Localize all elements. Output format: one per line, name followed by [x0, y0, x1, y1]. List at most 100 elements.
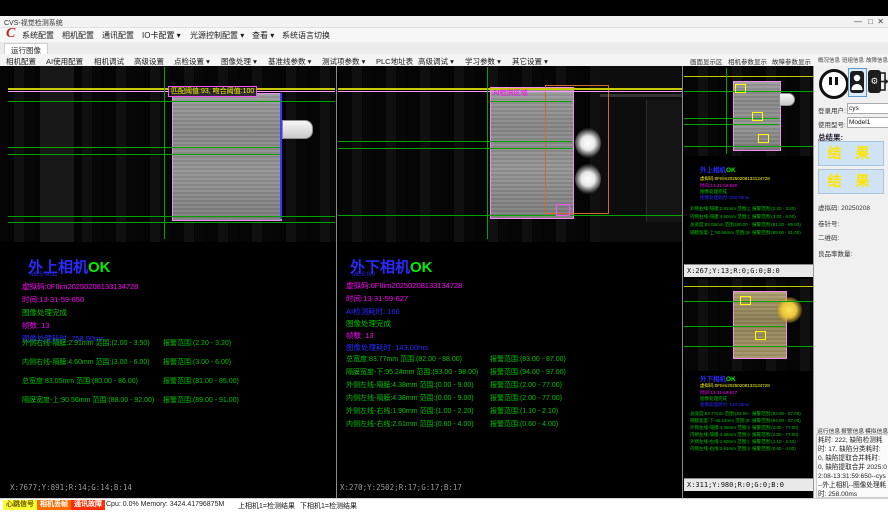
measure-text: 内侧左线-右线:2.61mm 范围:(0.60 - 4.00): [346, 419, 474, 429]
result-box-bottom: 结 果: [818, 169, 884, 194]
mini-top-barcode: 虚拟码:0FIIim20250208133134728: [700, 176, 770, 182]
tab-fault-info[interactable]: 故障信息: [866, 56, 888, 64]
center-time-line: 时间:13-31-59-627: [346, 293, 408, 304]
mini-measure: 总宽度:83.77mm 范围:(82.00 - 88.00): [690, 411, 750, 417]
minimize-button[interactable]: —: [854, 17, 862, 26]
frame-loss-badge: 相机丢帧: [37, 500, 71, 510]
app-window: CVS-视觉检测系统 — □ ✕ C 系统配置 相机配置 通讯配置 IO卡配置 …: [0, 0, 888, 522]
alarm-text: 报警范围:(81.00 - 85.00): [163, 376, 239, 386]
yield-count-label: 良品率数量:: [818, 248, 852, 258]
menu-system-config[interactable]: 系统配置: [22, 30, 54, 41]
menu-comm-config[interactable]: 通讯配置: [102, 30, 134, 41]
login-user-input[interactable]: [847, 103, 888, 114]
center-green-vline: [487, 67, 488, 239]
mini-bottom-coords: X:311;Y:980;R:0;G:0;B:0: [687, 481, 784, 489]
alarm-text: 报警范围:(2.00 - 77.00): [490, 393, 562, 403]
center-measure-row: 外侧左线-右线:1.90mm 范围:(1.00 - 2.20) 报警范围:(1.…: [338, 406, 682, 418]
maximize-button[interactable]: □: [868, 17, 873, 26]
left-green-line-1: [8, 101, 335, 102]
menu-light-config[interactable]: 光源控制配置 ▾: [190, 30, 244, 41]
left-camera-panel: 匹配阈值:93, 吻合阈值:100 外上相机OK MES:0011 虚拟码:0F…: [0, 66, 336, 498]
heartbeat-badge: 心跳信号: [3, 500, 37, 510]
mini-top-title: 外上相机OK: [700, 164, 736, 174]
center-measure-row: 内侧左线-隔膜:4.38mm 范围:(0.00 - 9.00) 报警范围:(2.…: [338, 393, 682, 405]
comm-fault-badge: 通讯故障: [71, 500, 105, 510]
center-mes-line: MES:0/0: [352, 272, 375, 278]
exit-button[interactable]: [877, 70, 888, 93]
run-log-text[interactable]: 耗时: 222, 缺陷检测耗时: 17, 缺陷分类耗时: 0, 缺陷提取合并耗时…: [816, 434, 888, 498]
center-ok-status: OK: [410, 259, 433, 276]
left-measure-row: 隔膜宽度-上:90.56mm 范围:(88.00 - 92.00) 报警范围:(…: [0, 395, 336, 407]
mini-top-coords: X:267;Y:13;R:0;G:0;B:0: [687, 267, 780, 275]
left-green-vline: [164, 67, 165, 239]
center-green-line-3: [338, 148, 572, 149]
center-measure-row: 内侧左线-右线:2.61mm 范围:(0.60 - 4.00) 报警范围:(0.…: [338, 419, 682, 431]
mini-bottom-camera-name: 外下相机: [700, 376, 726, 383]
close-button[interactable]: ✕: [877, 17, 884, 26]
measure-text: 总宽度:83.05mm 范围:(80.00 - 86.00): [22, 376, 138, 386]
mini-top-marker-2: [752, 112, 763, 121]
center-green-line-1: [490, 101, 572, 102]
mini-alarm: 报警范围:(3.00 - 6.00): [752, 214, 796, 220]
left-green-line-5: [8, 222, 335, 223]
mini-measure: 隔膜宽度-上:90.56mm 范围:(88.00 - 92.00): [690, 230, 750, 236]
menu-bar: C 系统配置 相机配置 通讯配置 IO卡配置 ▾ 光源控制配置 ▾ 查看 ▾ 系…: [0, 28, 888, 42]
center-measure-row: 外侧左线-隔膜:4.38mm 范围:(0.00 - 9.00) 报警范围:(2.…: [338, 380, 682, 392]
user-button[interactable]: [848, 68, 867, 97]
center-ai-detect-box: [545, 85, 609, 214]
menu-view[interactable]: 查看 ▾: [252, 30, 274, 41]
model-input[interactable]: [847, 117, 888, 128]
measure-text: 隔膜宽度-下:95.24mm 范围:(93.00 - 98.00): [346, 367, 478, 377]
left-time-line: 时间:13-31-59-650: [22, 294, 84, 305]
center-barcode-line: 虚拟码:0FIIim20250208133134728: [346, 280, 462, 291]
left-connector-tab: [282, 120, 313, 139]
mini-top-marker-3: [758, 134, 769, 143]
mini-bottom-marker-1: [740, 296, 751, 305]
mini-alarm: 报警范围:(2.00 - 77.00): [752, 432, 798, 438]
tab-fault-params[interactable]: 故障参数显示: [772, 56, 811, 66]
alarm-text: 报警范围:(2.00 - 77.00): [490, 380, 562, 390]
mini-measure: 隔膜宽度-下:95.24mm 范围:(93.00 - 98.00): [690, 418, 750, 424]
main-content: 匹配阈值:93, 吻合阈值:100 外上相机OK MES:0011 虚拟码:0F…: [0, 66, 888, 498]
measure-text: 内侧右线-隔膜:4.60mm 范围:(3.00 - 6.00): [22, 357, 150, 367]
center-measure-row: 总宽度:83.77mm 范围:(82.00 - 88.00) 报警范围:(83.…: [338, 354, 682, 366]
measure-text: 隔膜宽度-上:90.56mm 范围:(88.00 - 92.00): [22, 395, 154, 405]
menu-camera-config[interactable]: 相机配置: [62, 30, 94, 41]
left-ok-status: OK: [88, 259, 111, 276]
tab-display-area[interactable]: 画面显示区: [690, 56, 723, 66]
left-mes-line: MES:0011: [30, 272, 58, 278]
mini-top-panel: 外上相机OK 虚拟码:0FIIim20250208133134728 时间:13…: [684, 66, 813, 277]
left-measure-row: 总宽度:83.05mm 范围:(80.00 - 86.00) 报警范围:(81.…: [0, 376, 336, 388]
menu-io-config[interactable]: IO卡配置 ▾: [142, 30, 181, 41]
menu-language-switch[interactable]: 系统语言切换: [282, 30, 330, 41]
mini-measure: 内侧左线-右线:2.61mm 范围:(0.60 - 4.00): [690, 446, 750, 452]
right-control-panel: ⚙ 登录用户: 使用型号: 总结果: 结 果 结 果 虚拟码: 20250208…: [813, 66, 888, 498]
mini-top-green-line-1: [684, 91, 813, 92]
left-green-line-3: [8, 154, 280, 155]
mini-bottom-ok: OK: [726, 376, 736, 383]
center-frames-line: 帧数: 13: [346, 330, 374, 341]
pause-button[interactable]: [819, 69, 849, 99]
left-green-line-4: [8, 216, 335, 217]
pause-icon: [829, 77, 832, 85]
tab-camera-params[interactable]: 相机参数显示: [728, 56, 767, 66]
mini-measure: 内侧右线-隔膜:4.60mm 范围:(3.00 - 6.00): [690, 214, 750, 220]
mini-measure: 总宽度:83.05mm 范围:(80.00 - 86.00): [690, 222, 750, 228]
mini-alarm: 报警范围:(81.00 - 85.00): [752, 222, 801, 228]
alarm-text: 报警范围:(83.00 - 87.00): [490, 354, 566, 364]
mini-measure: 外侧左线-右线:1.90mm 范围:(1.00 - 2.20): [690, 439, 750, 445]
center-magenta-marker: [556, 204, 570, 216]
alarm-text: 报警范围:(89.00 - 91.00): [163, 395, 239, 405]
mini-bottom-barcode: 虚拟码:0FIIim20250208133134728: [700, 383, 770, 389]
center-ai-area-label: AI检测区域: [493, 88, 528, 98]
tab-shift-info[interactable]: 班组信息: [842, 56, 864, 64]
tab-overview-info[interactable]: 概况信息: [818, 56, 840, 64]
center-green-line-4: [338, 215, 682, 216]
mini-bottom-green-line-3: [684, 346, 813, 347]
title-bar: CVS-视觉检测系统 — □ ✕: [0, 16, 888, 28]
divider: [336, 66, 337, 498]
center-ai-line: AI检测耗时: 166: [346, 306, 400, 317]
mini-bottom-elapsed: 图像处理耗时: 143.00ms: [700, 402, 749, 408]
mini-top-green-line-2: [684, 118, 779, 119]
app-logo-icon: C: [6, 26, 15, 42]
